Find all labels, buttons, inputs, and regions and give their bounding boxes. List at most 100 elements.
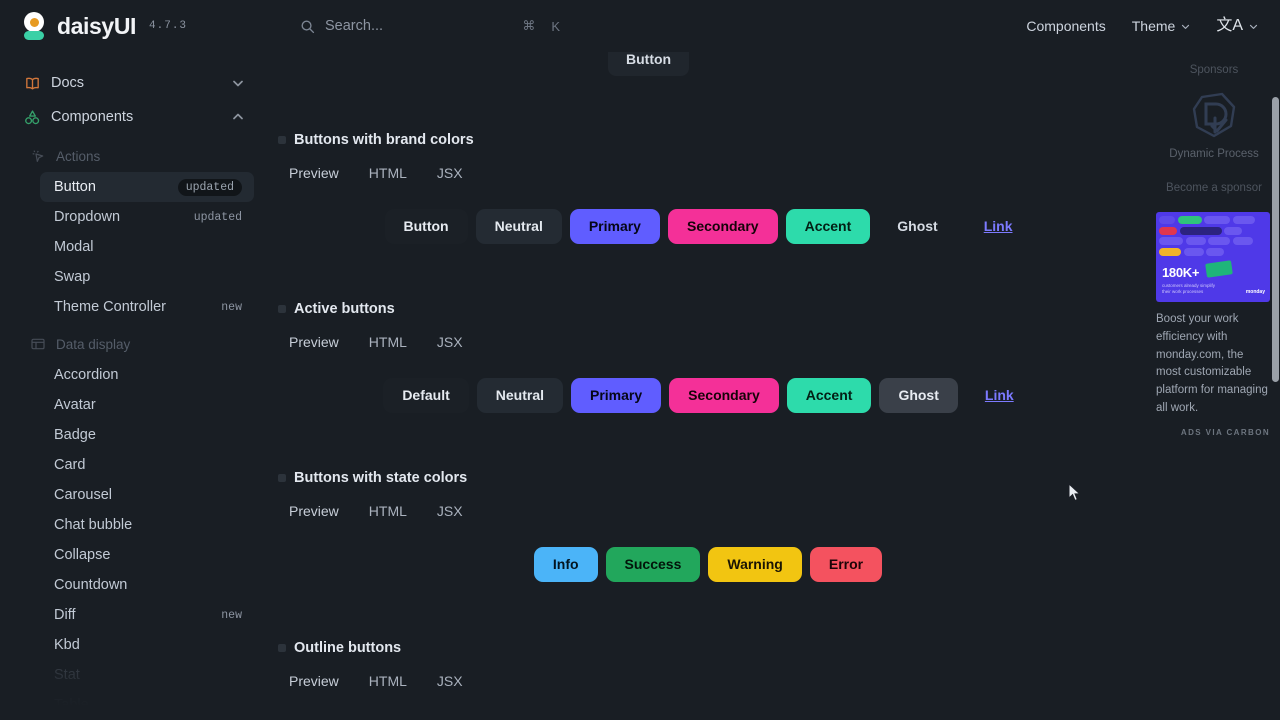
shapes-icon bbox=[25, 109, 40, 124]
button-secondary-active[interactable]: Secondary bbox=[669, 378, 779, 414]
button-ghost[interactable]: Ghost bbox=[878, 209, 956, 244]
sidebar-item-button[interactable]: Button updated bbox=[40, 172, 254, 202]
button-warning[interactable]: Warning bbox=[708, 547, 802, 583]
sidebar-item-modal[interactable]: Modal bbox=[40, 232, 254, 262]
sidebar-item-components[interactable]: Components bbox=[14, 100, 254, 134]
section-state-colors: Buttons with state colors Preview HTML J… bbox=[268, 470, 1148, 583]
ads-via-carbon-label[interactable]: ADS VIA CARBON bbox=[1156, 428, 1270, 437]
tab-preview[interactable]: Preview bbox=[289, 165, 339, 181]
mouse-cursor bbox=[1068, 483, 1081, 502]
button-neutral-active[interactable]: Neutral bbox=[476, 378, 563, 414]
sidebar-group-title: Actions bbox=[0, 140, 268, 172]
tab-html[interactable]: HTML bbox=[369, 673, 407, 689]
anchor-link-icon[interactable] bbox=[278, 474, 286, 482]
tab-html[interactable]: HTML bbox=[369, 503, 407, 519]
tab-jsx[interactable]: JSX bbox=[437, 503, 463, 519]
top-navbar: daisyUI 4.7.3 Search... ⌘ K Components T… bbox=[0, 0, 1280, 52]
button-primary[interactable]: Primary bbox=[569, 209, 660, 245]
sponsor-block[interactable]: Dynamic Process bbox=[1156, 90, 1272, 160]
section-title-text: Outline buttons bbox=[294, 640, 402, 656]
code-tabs: Preview HTML JSX bbox=[268, 165, 1148, 181]
sidebar-item-swap[interactable]: Swap bbox=[40, 262, 254, 292]
top-right-actions: Components Theme 文A bbox=[1026, 18, 1280, 34]
button-accent[interactable]: Accent bbox=[785, 209, 871, 245]
button-accent-active[interactable]: Accent bbox=[786, 378, 872, 414]
anchor-link-icon[interactable] bbox=[278, 305, 286, 313]
button-link[interactable]: Link bbox=[965, 209, 1032, 244]
sidebar-group-data-display: Data display Accordion Avatar Badge Card… bbox=[0, 328, 268, 720]
sidebar-item-label: Stat bbox=[54, 667, 80, 683]
carbon-ad[interactable]: 180K+ customers already simplify their w… bbox=[1156, 212, 1270, 437]
sidebar-item-label: Theme Controller bbox=[54, 299, 167, 315]
tab-html[interactable]: HTML bbox=[369, 334, 407, 350]
tab-jsx[interactable]: JSX bbox=[437, 165, 463, 181]
chevron-up-icon bbox=[233, 113, 243, 120]
sidebar-item-accordion[interactable]: Accordion bbox=[40, 360, 254, 390]
button-neutral[interactable]: Neutral bbox=[475, 209, 562, 245]
tab-html[interactable]: HTML bbox=[369, 165, 407, 181]
sidebar-item-stat[interactable]: Stat bbox=[40, 660, 254, 690]
brand-logo[interactable]: daisyUI 4.7.3 bbox=[0, 12, 268, 40]
sponsors-heading: Sponsors bbox=[1189, 64, 1239, 76]
anchor-link-icon[interactable] bbox=[278, 644, 286, 652]
sidebar-item-label: Badge bbox=[54, 427, 96, 443]
sidebar-item-chat-bubble[interactable]: Chat bubble bbox=[40, 510, 254, 540]
sidebar-item-avatar[interactable]: Avatar bbox=[40, 390, 254, 420]
button-secondary[interactable]: Secondary bbox=[667, 209, 778, 245]
sidebar-item-countdown[interactable]: Countdown bbox=[40, 570, 254, 600]
search-icon bbox=[301, 20, 315, 33]
sidebar-item-label: Kbd bbox=[54, 637, 80, 653]
sidebar-item-label: Accordion bbox=[54, 367, 119, 383]
ad-image[interactable]: 180K+ customers already simplify their w… bbox=[1156, 212, 1270, 302]
sidebar-item-table[interactable]: Table bbox=[40, 690, 254, 720]
main-content: Button Buttons with brand colors Preview… bbox=[268, 52, 1148, 720]
page-scrollbar[interactable] bbox=[1271, 52, 1280, 720]
chevron-down-icon bbox=[1182, 24, 1190, 29]
ad-headline: 180K+ bbox=[1162, 265, 1200, 280]
sidebar-item-collapse[interactable]: Collapse bbox=[40, 540, 254, 570]
button-default-active[interactable]: Default bbox=[383, 378, 469, 414]
sidebar-item-docs[interactable]: Docs bbox=[14, 66, 254, 100]
sidebar-item-kbd[interactable]: Kbd bbox=[40, 630, 254, 660]
monday-brand-label: monday bbox=[1245, 289, 1265, 295]
sidebar-item-label: Countdown bbox=[54, 577, 128, 593]
button-error[interactable]: Error bbox=[809, 547, 883, 583]
sidebar-item-badge[interactable]: Badge bbox=[40, 420, 254, 450]
tab-jsx[interactable]: JSX bbox=[437, 673, 463, 689]
section-heading: Buttons with brand colors bbox=[268, 132, 1148, 148]
tab-preview[interactable]: Preview bbox=[289, 673, 339, 689]
button-ghost-active[interactable]: Ghost bbox=[879, 378, 958, 414]
button-link-active[interactable]: Link bbox=[966, 378, 1033, 413]
sponsor-name: Dynamic Process bbox=[1169, 148, 1259, 160]
search-placeholder: Search... bbox=[325, 18, 384, 34]
sidebar-item-dropdown[interactable]: Dropdown updated bbox=[40, 202, 254, 232]
code-tabs: Preview HTML JSX bbox=[268, 334, 1148, 350]
section-active-buttons: Active buttons Preview HTML JSX Default … bbox=[268, 301, 1148, 414]
button-info[interactable]: Info bbox=[533, 547, 598, 583]
section-heading: Outline buttons bbox=[268, 640, 1148, 656]
nav-components-link[interactable]: Components bbox=[1026, 18, 1105, 34]
tab-preview[interactable]: Preview bbox=[289, 334, 339, 350]
sidebar-item-diff[interactable]: Diff new bbox=[40, 600, 254, 630]
sidebar-item-label: Collapse bbox=[54, 547, 111, 563]
sidebar-item-label: Avatar bbox=[54, 397, 96, 413]
button-success[interactable]: Success bbox=[605, 547, 701, 583]
preview-button-cut-off[interactable]: Button bbox=[608, 52, 690, 76]
search-input[interactable]: Search... ⌘ K bbox=[300, 9, 564, 43]
language-selector[interactable]: 文A bbox=[1216, 18, 1258, 34]
tab-jsx[interactable]: JSX bbox=[437, 334, 463, 350]
button-default[interactable]: Button bbox=[384, 209, 468, 245]
scrollbar-thumb[interactable] bbox=[1272, 97, 1279, 382]
anchor-link-icon[interactable] bbox=[278, 136, 286, 144]
sidebar-item-card[interactable]: Card bbox=[40, 450, 254, 480]
sidebar-item-carousel[interactable]: Carousel bbox=[40, 480, 254, 510]
code-tabs: Preview HTML JSX bbox=[268, 673, 1148, 689]
button-primary-active[interactable]: Primary bbox=[571, 378, 662, 414]
theme-selector[interactable]: Theme bbox=[1132, 18, 1191, 34]
sidebar-item-theme-controller[interactable]: Theme Controller new bbox=[40, 292, 254, 322]
sidebar-group-title: Data display bbox=[0, 328, 268, 360]
tab-preview[interactable]: Preview bbox=[289, 503, 339, 519]
become-sponsor-link[interactable]: Become a sponsor bbox=[1156, 182, 1272, 194]
ad-logo-pills bbox=[1156, 212, 1270, 256]
section-title-text: Buttons with brand colors bbox=[294, 132, 474, 148]
